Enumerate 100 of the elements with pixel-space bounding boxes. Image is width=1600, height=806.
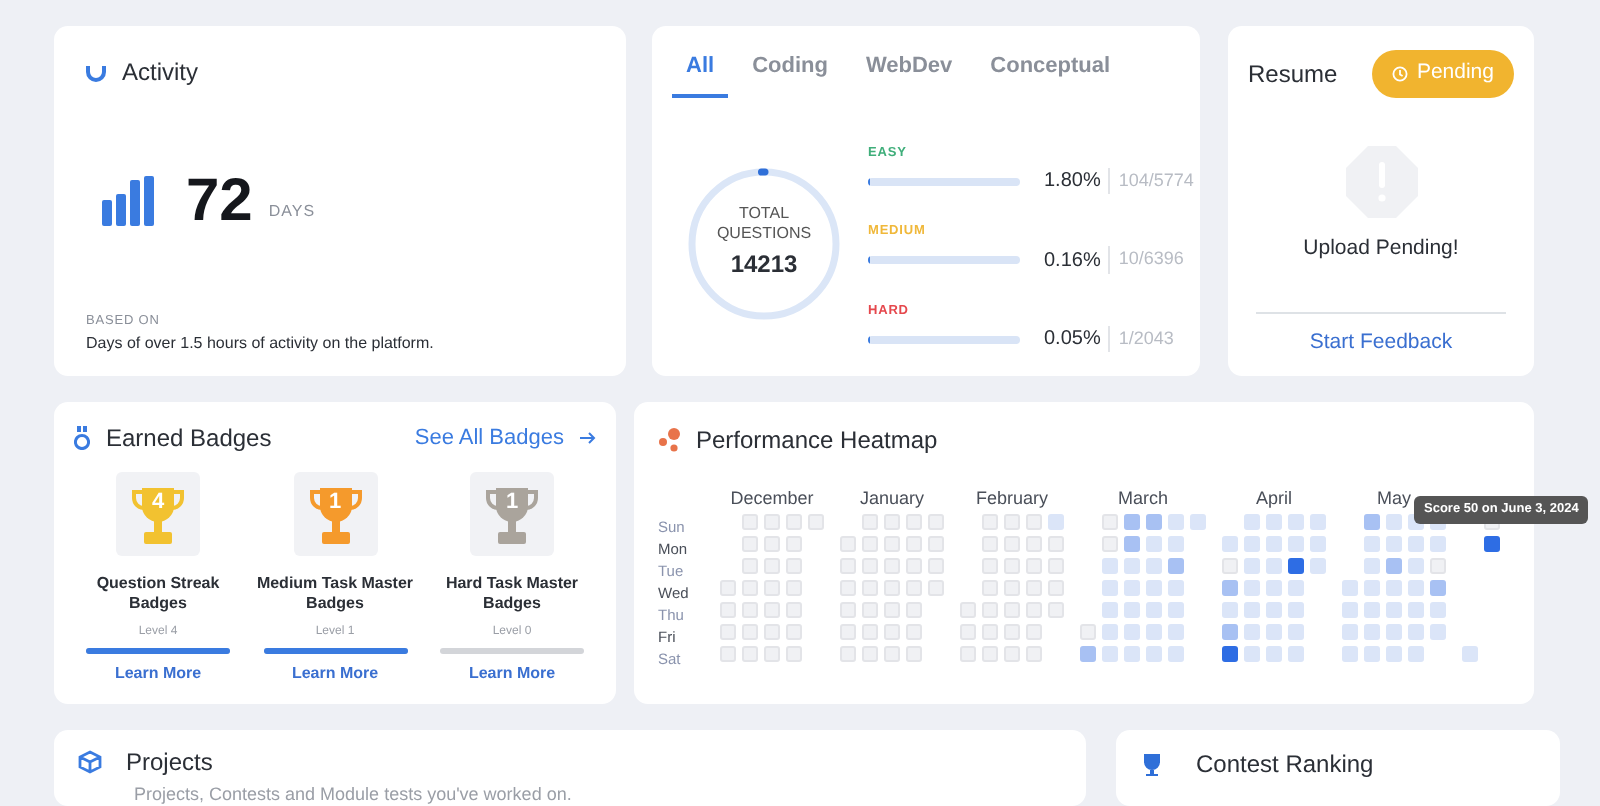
heatmap-cell[interactable] bbox=[1222, 558, 1238, 574]
heatmap-cell[interactable] bbox=[786, 602, 802, 618]
heatmap-cell[interactable] bbox=[764, 536, 780, 552]
heatmap-cell[interactable] bbox=[840, 646, 856, 662]
heatmap-cell[interactable] bbox=[1222, 536, 1238, 552]
heatmap-cell[interactable] bbox=[1146, 602, 1162, 618]
learn-more-link[interactable]: Learn More bbox=[468, 662, 556, 686]
feedback-link[interactable]: Start Feedback bbox=[1309, 314, 1453, 360]
heatmap-cell[interactable] bbox=[786, 646, 802, 662]
heatmap-cell[interactable] bbox=[742, 558, 758, 574]
heatmap-cell[interactable] bbox=[1146, 536, 1162, 552]
heatmap-cell[interactable] bbox=[1124, 536, 1140, 552]
heatmap-cell[interactable] bbox=[720, 580, 736, 596]
heatmap-cell[interactable] bbox=[982, 646, 998, 662]
see-all-link[interactable]: See All Badges bbox=[414, 421, 596, 455]
heatmap-cell[interactable] bbox=[1288, 602, 1304, 618]
learn-more-link[interactable]: Learn More bbox=[114, 662, 202, 686]
heatmap-cell[interactable] bbox=[1146, 514, 1162, 530]
heatmap-cell[interactable] bbox=[1168, 536, 1184, 552]
heatmap-cell[interactable] bbox=[786, 536, 802, 552]
heatmap-cell[interactable] bbox=[1386, 580, 1402, 596]
heatmap-cell[interactable] bbox=[862, 558, 878, 574]
heatmap-cell[interactable] bbox=[1124, 646, 1140, 662]
heatmap-cell[interactable] bbox=[1386, 602, 1402, 618]
heatmap-cell[interactable] bbox=[1244, 602, 1260, 618]
heatmap-cell[interactable] bbox=[1080, 624, 1096, 640]
heatmap-cell[interactable] bbox=[906, 580, 922, 596]
heatmap-cell[interactable] bbox=[1266, 514, 1282, 530]
heatmap-cell[interactable] bbox=[764, 646, 780, 662]
heatmap-cell[interactable] bbox=[1288, 514, 1304, 530]
heatmap-cell[interactable] bbox=[1124, 558, 1140, 574]
heatmap-cell[interactable] bbox=[742, 624, 758, 640]
heatmap-cell[interactable] bbox=[1004, 514, 1020, 530]
category-tab[interactable]: All bbox=[672, 38, 729, 97]
heatmap-cell[interactable] bbox=[1168, 646, 1184, 662]
heatmap-cell[interactable] bbox=[764, 558, 780, 574]
heatmap-cell[interactable] bbox=[862, 646, 878, 662]
heatmap-cell[interactable] bbox=[884, 602, 900, 618]
heatmap-cell[interactable] bbox=[1026, 558, 1042, 574]
heatmap-cell[interactable] bbox=[862, 602, 878, 618]
learn-more-link[interactable]: Learn More bbox=[291, 662, 379, 686]
heatmap-cell[interactable] bbox=[982, 536, 998, 552]
heatmap-cell[interactable] bbox=[1048, 558, 1064, 574]
heatmap-cell[interactable] bbox=[786, 580, 802, 596]
heatmap-cell[interactable] bbox=[1244, 580, 1260, 596]
heatmap-cell[interactable] bbox=[1484, 536, 1500, 552]
heatmap-cell[interactable] bbox=[764, 624, 780, 640]
heatmap-cell[interactable] bbox=[1266, 602, 1282, 618]
heatmap-cell[interactable] bbox=[982, 624, 998, 640]
heatmap-cell[interactable] bbox=[1102, 514, 1118, 530]
heatmap-cell[interactable] bbox=[884, 536, 900, 552]
heatmap-cell[interactable] bbox=[1004, 624, 1020, 640]
heatmap-cell[interactable] bbox=[1364, 580, 1380, 596]
heatmap-cell[interactable] bbox=[884, 580, 900, 596]
heatmap-cell[interactable] bbox=[1026, 536, 1042, 552]
heatmap-cell[interactable] bbox=[720, 602, 736, 618]
heatmap-cell[interactable] bbox=[884, 558, 900, 574]
heatmap-cell[interactable] bbox=[840, 536, 856, 552]
heatmap-cell[interactable] bbox=[1048, 580, 1064, 596]
heatmap-cell[interactable] bbox=[1048, 536, 1064, 552]
heatmap-cell[interactable] bbox=[1244, 514, 1260, 530]
heatmap-cell[interactable] bbox=[1026, 624, 1042, 640]
heatmap-cell[interactable] bbox=[1102, 536, 1118, 552]
heatmap-cell[interactable] bbox=[1430, 580, 1446, 596]
heatmap-cell[interactable] bbox=[906, 536, 922, 552]
heatmap-cell[interactable] bbox=[1342, 624, 1358, 640]
heatmap-cell[interactable] bbox=[1386, 624, 1402, 640]
heatmap-cell[interactable] bbox=[1222, 602, 1238, 618]
heatmap-cell[interactable] bbox=[1244, 536, 1260, 552]
heatmap-cell[interactable] bbox=[1146, 646, 1162, 662]
heatmap-cell[interactable] bbox=[862, 624, 878, 640]
heatmap-cell[interactable] bbox=[1168, 558, 1184, 574]
heatmap-cell[interactable] bbox=[1146, 624, 1162, 640]
heatmap-cell[interactable] bbox=[1124, 624, 1140, 640]
heatmap-cell[interactable] bbox=[982, 580, 998, 596]
heatmap-cell[interactable] bbox=[1386, 646, 1402, 662]
heatmap-cell[interactable] bbox=[1026, 646, 1042, 662]
heatmap-cell[interactable] bbox=[928, 558, 944, 574]
heatmap-cell[interactable] bbox=[1288, 536, 1304, 552]
heatmap-cell[interactable] bbox=[1364, 514, 1380, 530]
heatmap-cell[interactable] bbox=[1048, 602, 1064, 618]
heatmap-cell[interactable] bbox=[1102, 580, 1118, 596]
heatmap-cell[interactable] bbox=[1102, 558, 1118, 574]
heatmap-cell[interactable] bbox=[1408, 536, 1424, 552]
heatmap-cell[interactable] bbox=[906, 558, 922, 574]
heatmap-cell[interactable] bbox=[1288, 624, 1304, 640]
heatmap-cell[interactable] bbox=[1048, 514, 1064, 530]
heatmap-cell[interactable] bbox=[840, 580, 856, 596]
category-tab[interactable]: Conceptual bbox=[976, 38, 1125, 97]
heatmap-cell[interactable] bbox=[1430, 602, 1446, 618]
heatmap-cell[interactable] bbox=[786, 514, 802, 530]
heatmap-cell[interactable] bbox=[1146, 580, 1162, 596]
heatmap-cell[interactable] bbox=[1244, 624, 1260, 640]
heatmap-cell[interactable] bbox=[764, 602, 780, 618]
heatmap-cell[interactable] bbox=[808, 514, 824, 530]
heatmap-cell[interactable] bbox=[1026, 580, 1042, 596]
heatmap-cell[interactable] bbox=[1310, 514, 1326, 530]
heatmap-cell[interactable] bbox=[982, 558, 998, 574]
heatmap-cell[interactable] bbox=[1288, 646, 1304, 662]
heatmap-cell[interactable] bbox=[840, 602, 856, 618]
